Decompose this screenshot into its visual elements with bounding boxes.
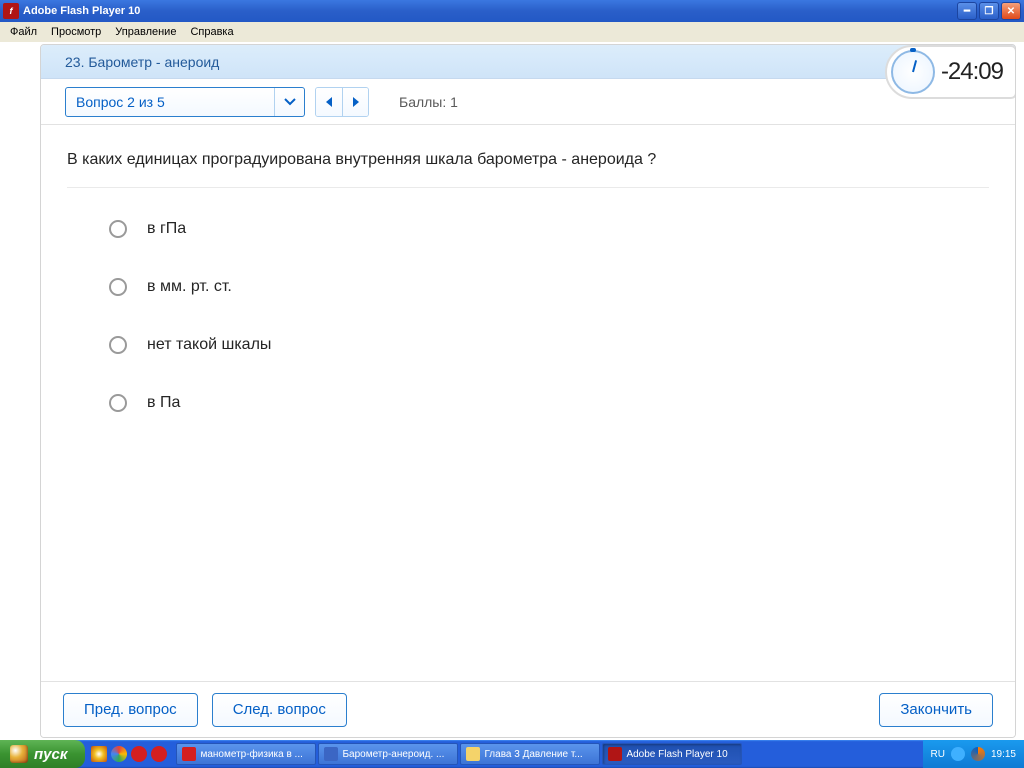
next-arrow-button[interactable] xyxy=(342,88,368,116)
option-2[interactable]: в мм. рт. ст. xyxy=(109,278,947,296)
quiz-toolbar: Вопрос 2 из 5 Баллы: 1 -24:09 xyxy=(41,79,1015,125)
option-label: в Па xyxy=(147,394,180,412)
finish-button[interactable]: Закончить xyxy=(879,693,993,727)
flash-icon: f xyxy=(3,3,19,19)
taskbar-tasks: манометр-физика в ... Барометр-анероид. … xyxy=(173,740,922,768)
flash-icon xyxy=(608,747,622,761)
stopwatch-icon xyxy=(891,50,935,94)
points-label: Баллы: 1 xyxy=(399,94,458,110)
word-icon xyxy=(324,747,338,761)
task-item[interactable]: Глава 3 Давление т... xyxy=(460,743,600,765)
opera-icon xyxy=(182,747,196,761)
quick-icon[interactable] xyxy=(91,746,107,762)
option-3[interactable]: нет такой шкалы xyxy=(109,336,947,354)
task-label: Барометр-анероид. ... xyxy=(342,749,444,760)
chevron-down-icon xyxy=(274,88,304,116)
task-label: манометр-физика в ... xyxy=(200,749,302,760)
option-1[interactable]: в гПа xyxy=(109,220,947,238)
question-dropdown-label: Вопрос 2 из 5 xyxy=(76,94,165,110)
opera-icon[interactable] xyxy=(131,746,147,762)
radio-icon[interactable] xyxy=(109,278,127,296)
radio-icon[interactable] xyxy=(109,220,127,238)
radio-icon[interactable] xyxy=(109,394,127,412)
language-indicator[interactable]: RU xyxy=(931,749,945,760)
taskbar: пуск манометр-физика в ... Барометр-анер… xyxy=(0,740,1024,768)
start-label: пуск xyxy=(34,746,67,763)
question-nav xyxy=(315,87,369,117)
timer-value: -24:09 xyxy=(941,58,1003,86)
task-label: Adobe Flash Player 10 xyxy=(626,749,727,760)
system-tray: RU 19:15 xyxy=(923,740,1024,768)
task-item-active[interactable]: Adobe Flash Player 10 xyxy=(602,743,742,765)
app-area: 23. Барометр - анероид Вопрос 2 из 5 Бал… xyxy=(0,42,1024,740)
chrome-icon[interactable] xyxy=(111,746,127,762)
window-title: Adobe Flash Player 10 xyxy=(23,5,140,17)
menu-help[interactable]: Справка xyxy=(184,24,239,40)
option-label: в мм. рт. ст. xyxy=(147,278,232,296)
prev-arrow-button[interactable] xyxy=(316,88,342,116)
option-label: в гПа xyxy=(147,220,186,238)
tray-clock[interactable]: 19:15 xyxy=(991,749,1016,760)
options-list: в гПа в мм. рт. ст. нет такой шкалы в Па xyxy=(67,188,989,444)
timer: -24:09 xyxy=(885,45,1016,99)
quiz-title: 23. Барометр - анероид xyxy=(65,54,219,70)
menu-file[interactable]: Файл xyxy=(4,24,43,40)
tray-icon[interactable] xyxy=(971,747,985,761)
quiz-header: 23. Барометр - анероид xyxy=(41,45,1015,79)
folder-icon xyxy=(466,747,480,761)
quick-launch xyxy=(85,740,173,768)
next-question-button[interactable]: След. вопрос xyxy=(212,693,347,727)
triangle-left-icon xyxy=(324,96,334,108)
start-button[interactable]: пуск xyxy=(0,740,85,768)
quiz-footer: Пред. вопрос След. вопрос Закончить xyxy=(41,681,1015,737)
menu-control[interactable]: Управление xyxy=(109,24,182,40)
opera-icon-2[interactable] xyxy=(151,746,167,762)
question-content: В каких единицах проградуирована внутрен… xyxy=(41,125,1015,681)
close-button[interactable]: ✕ xyxy=(1001,2,1021,20)
windows-logo-icon xyxy=(10,745,28,763)
menubar: Файл Просмотр Управление Справка xyxy=(0,22,1024,42)
question-text: В каких единицах проградуирована внутрен… xyxy=(67,151,989,188)
question-dropdown[interactable]: Вопрос 2 из 5 xyxy=(65,87,305,117)
task-item[interactable]: манометр-физика в ... xyxy=(176,743,316,765)
task-label: Глава 3 Давление т... xyxy=(484,749,582,760)
task-item[interactable]: Барометр-анероид. ... xyxy=(318,743,458,765)
maximize-button[interactable]: ❐ xyxy=(979,2,999,20)
triangle-right-icon xyxy=(351,96,361,108)
radio-icon[interactable] xyxy=(109,336,127,354)
window-controls: ━ ❐ ✕ xyxy=(957,2,1021,20)
option-4[interactable]: в Па xyxy=(109,394,947,412)
option-label: нет такой шкалы xyxy=(147,336,271,354)
prev-question-button[interactable]: Пред. вопрос xyxy=(63,693,198,727)
menu-view[interactable]: Просмотр xyxy=(45,24,107,40)
tray-icon[interactable] xyxy=(951,747,965,761)
window-titlebar: f Adobe Flash Player 10 ━ ❐ ✕ xyxy=(0,0,1024,22)
minimize-button[interactable]: ━ xyxy=(957,2,977,20)
